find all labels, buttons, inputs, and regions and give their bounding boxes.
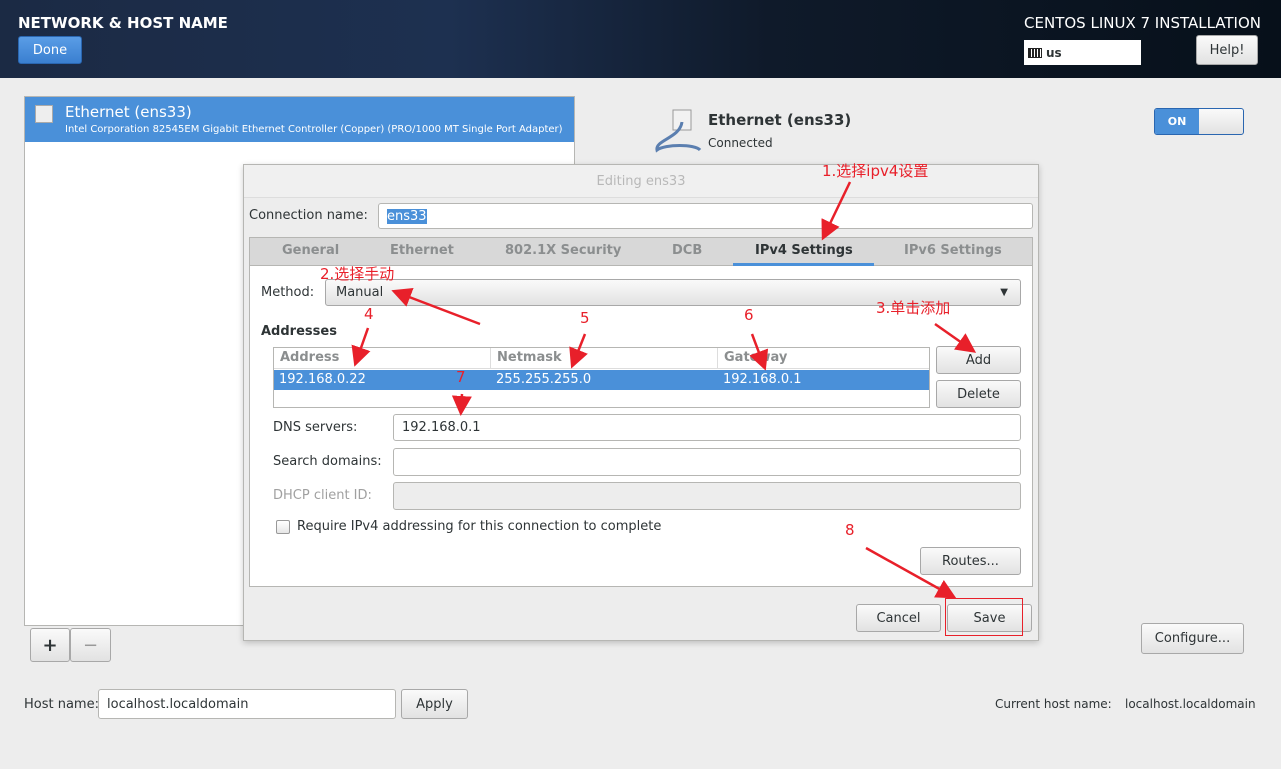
address-cell[interactable]: 192.168.0.22 <box>279 372 366 387</box>
device-status: Connected <box>708 136 773 150</box>
search-domains-input[interactable] <box>393 448 1021 476</box>
device-detail-name: Ethernet (ens33) <box>708 111 852 129</box>
product-title: CENTOS LINUX 7 INSTALLATION <box>1024 14 1261 32</box>
column-address[interactable]: Address <box>280 350 339 365</box>
dns-servers-label: DNS servers: <box>273 420 358 435</box>
help-button[interactable]: Help! <box>1196 35 1258 65</box>
device-name: Ethernet (ens33) <box>65 103 192 121</box>
keyboard-layout-label: us <box>1046 45 1062 60</box>
tab-dcb[interactable]: DCB <box>672 243 702 258</box>
gateway-cell[interactable]: 192.168.0.1 <box>723 372 802 387</box>
netmask-cell[interactable]: 255.255.255.0 <box>496 372 591 387</box>
addresses-heading: Addresses <box>261 324 337 339</box>
tab-ipv6-settings[interactable]: IPv6 Settings <box>904 243 1002 258</box>
connection-name-value: ens33 <box>387 208 427 224</box>
current-hostname-value: localhost.localdomain <box>1125 697 1256 711</box>
tab-ipv4-settings[interactable]: IPv4 Settings <box>755 243 853 258</box>
device-list-item[interactable]: Ethernet (ens33) Intel Corporation 82545… <box>25 97 574 142</box>
ethernet-cable-icon <box>655 109 702 153</box>
current-hostname-label: Current host name: <box>995 697 1112 711</box>
column-netmask[interactable]: Netmask <box>490 348 568 368</box>
page-title: NETWORK & HOST NAME <box>18 14 228 32</box>
apply-button[interactable]: Apply <box>401 689 468 719</box>
tab-8021x-security[interactable]: 802.1X Security <box>505 243 621 258</box>
require-ipv4-checkbox[interactable] <box>276 520 290 534</box>
connection-name-input[interactable]: ens33 <box>378 203 1033 229</box>
annotation-7: 7 <box>456 368 466 386</box>
delete-address-button[interactable]: Delete <box>936 380 1021 408</box>
configure-button[interactable]: Configure... <box>1141 623 1244 654</box>
tab-general[interactable]: General <box>282 243 339 258</box>
keyboard-layout-indicator[interactable]: us <box>1024 40 1141 65</box>
ethernet-icon <box>35 105 53 123</box>
device-toggle[interactable]: ON <box>1154 108 1244 135</box>
dhcp-client-id-input[interactable] <box>393 482 1021 510</box>
annotation-1: 1.选择ipv4设置 <box>822 162 929 180</box>
hostname-input[interactable]: localhost.localdomain <box>98 689 396 719</box>
dropdown-arrow-icon: ▼ <box>1000 287 1008 298</box>
dhcp-client-id-label: DHCP client ID: <box>273 488 372 503</box>
tab-ethernet[interactable]: Ethernet <box>390 243 454 258</box>
done-button[interactable]: Done <box>18 36 82 64</box>
hostname-label: Host name: <box>24 697 99 712</box>
toggle-on-label: ON <box>1155 109 1199 134</box>
dns-servers-input[interactable]: 192.168.0.1 <box>393 414 1021 441</box>
cancel-button[interactable]: Cancel <box>856 604 941 632</box>
table-header: Address Netmask Gateway <box>274 348 929 369</box>
require-ipv4-label: Require IPv4 addressing for this connect… <box>297 519 662 534</box>
annotation-4: 4 <box>364 305 374 323</box>
remove-device-button[interactable]: − <box>70 628 111 662</box>
connection-name-label: Connection name: <box>249 208 368 223</box>
active-tab-indicator <box>733 263 874 266</box>
annotation-3: 3.单击添加 <box>876 299 951 317</box>
annotation-6: 6 <box>744 306 754 324</box>
routes-button[interactable]: Routes... <box>920 547 1021 575</box>
add-device-button[interactable]: + <box>30 628 70 662</box>
annotation-8: 8 <box>845 521 855 539</box>
method-value: Manual <box>336 285 384 300</box>
header-bar: NETWORK & HOST NAME Done CENTOS LINUX 7 … <box>0 0 1281 78</box>
device-description: Intel Corporation 82545EM Gigabit Ethern… <box>65 124 563 135</box>
search-domains-label: Search domains: <box>273 454 382 469</box>
annotation-5: 5 <box>580 309 590 327</box>
save-highlight-box <box>945 598 1023 636</box>
table-row[interactable]: 192.168.0.22 255.255.255.0 192.168.0.1 <box>274 370 929 390</box>
column-gateway[interactable]: Gateway <box>717 348 793 368</box>
annotation-2: 2.选择手动 <box>320 265 395 283</box>
addresses-table: Address Netmask Gateway 192.168.0.22 255… <box>273 347 930 408</box>
keyboard-icon <box>1028 47 1042 58</box>
method-label: Method: <box>261 285 315 300</box>
add-address-button[interactable]: Add <box>936 346 1021 374</box>
